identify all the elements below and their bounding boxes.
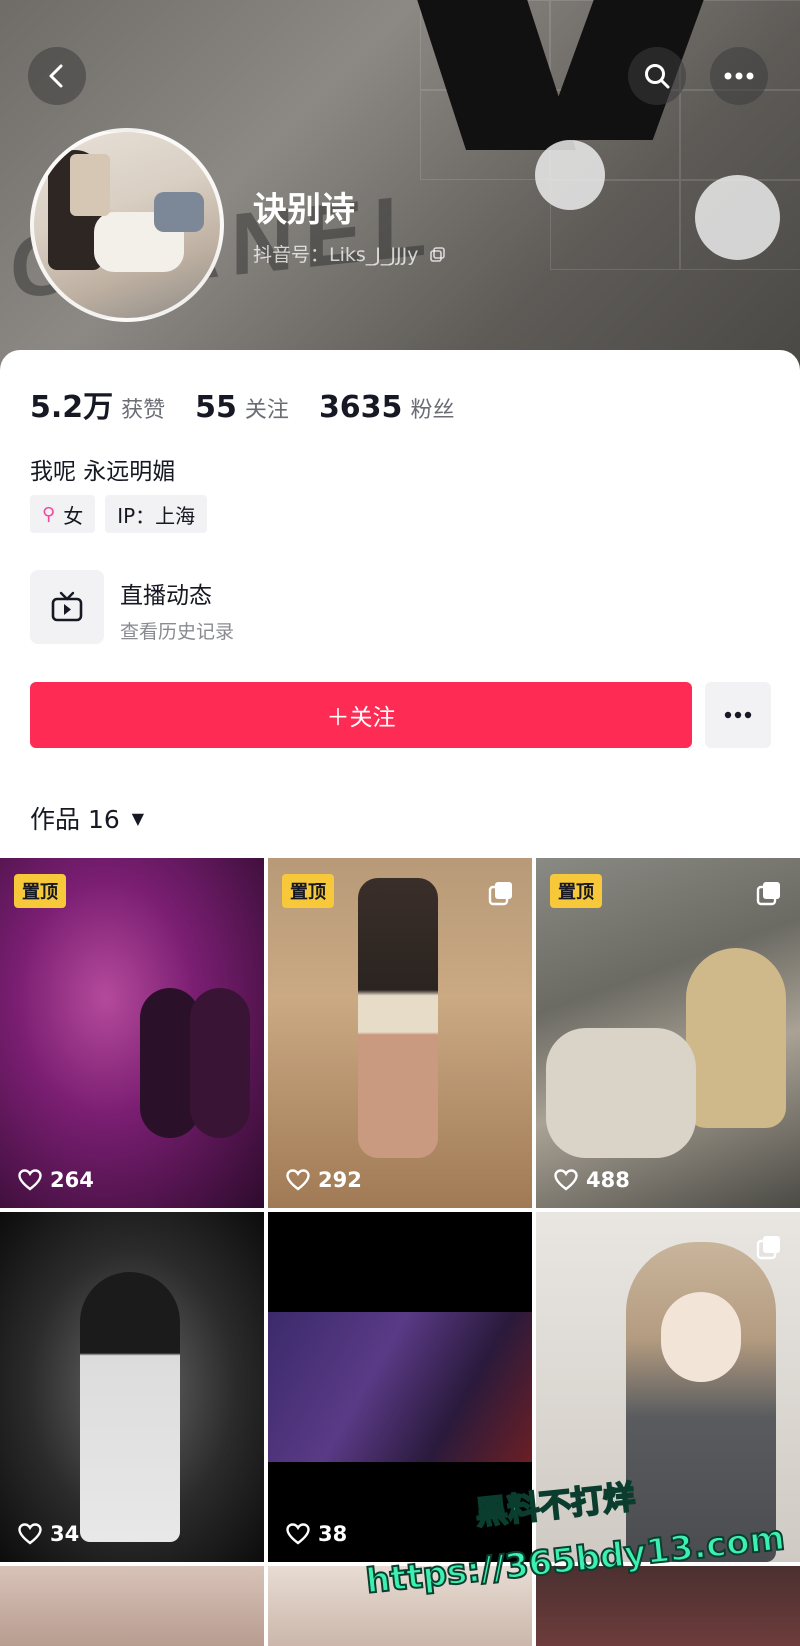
ip-label: IP：上海	[117, 503, 196, 528]
work-thumbnail[interactable]: 34	[0, 1212, 264, 1562]
more-actions-button[interactable]	[705, 682, 771, 748]
douyin-id[interactable]: 抖音号：Liks_J_JJJy	[253, 240, 446, 267]
like-count: 38	[286, 1522, 347, 1546]
tv-icon	[51, 591, 83, 622]
more-options-button[interactable]	[710, 47, 768, 105]
video-frame	[268, 1312, 532, 1462]
gender-tag: ⚲ 女	[30, 495, 96, 533]
figure-silhouette	[358, 878, 438, 1158]
pearl-ornament	[535, 140, 605, 210]
gender-label: 女	[63, 503, 84, 528]
followers-count[interactable]: 3635	[319, 390, 403, 425]
follow-button[interactable]: ＋关注	[30, 682, 692, 748]
pinned-badge: 置顶	[14, 874, 66, 908]
following-label: 关注	[244, 398, 289, 423]
like-count-text: 488	[586, 1168, 630, 1192]
avatar[interactable]	[30, 128, 224, 322]
like-count-text: 292	[318, 1168, 362, 1192]
douyin-id-text: 抖音号：Liks_J_JJJy	[253, 244, 419, 266]
like-count: 292	[286, 1168, 362, 1192]
heart-icon	[286, 1523, 310, 1545]
heart-icon	[286, 1169, 310, 1191]
watermark: 黑料不打烊 https://365bdy13.com	[363, 1477, 788, 1620]
like-count-text: 38	[318, 1522, 348, 1546]
ip-tag: IP：上海	[105, 495, 208, 533]
chevron-left-icon	[49, 64, 63, 88]
more-dots-icon	[724, 711, 752, 719]
face	[661, 1292, 741, 1382]
search-icon	[645, 64, 670, 89]
live-title[interactable]: 直播动态	[120, 576, 212, 610]
like-count-text: 264	[50, 1168, 94, 1192]
copy-icon[interactable]	[430, 247, 446, 263]
works-label: 作品 16	[30, 805, 120, 834]
likes-label: 获赞	[121, 398, 166, 423]
live-history-button[interactable]	[30, 570, 104, 644]
watermark-text: 黑料不打烊	[473, 1477, 638, 1534]
pinned-badge: 置顶	[282, 874, 334, 908]
multi-image-icon	[488, 882, 512, 906]
caret-down-icon: ▼	[131, 808, 145, 828]
more-dots-icon	[724, 72, 754, 80]
multi-image-icon	[756, 882, 780, 906]
like-count-text: 34	[50, 1522, 80, 1546]
search-button[interactable]	[628, 47, 686, 105]
heart-icon	[18, 1169, 42, 1191]
heart-icon	[18, 1523, 42, 1545]
work-thumbnail[interactable]	[0, 1566, 264, 1646]
like-count: 34	[18, 1522, 79, 1546]
stats-row: 5.2万 获赞 55 关注 3635 粉丝	[30, 382, 484, 426]
work-thumbnail[interactable]: 置顶 292	[268, 858, 532, 1208]
heart-icon	[554, 1169, 578, 1191]
following-count[interactable]: 55	[195, 390, 237, 425]
live-subtitle: 查看历史记录	[120, 621, 235, 643]
blanket	[546, 1028, 696, 1158]
figure-silhouette	[190, 988, 250, 1138]
multi-image-icon	[756, 1236, 780, 1260]
female-icon: ⚲	[42, 503, 56, 525]
works-tab[interactable]: 作品 16 ▼	[30, 800, 144, 836]
figure-silhouette	[686, 948, 786, 1128]
work-thumbnail[interactable]: 置顶 264	[0, 858, 264, 1208]
watermark-url: https://365bdy13.com	[363, 1517, 788, 1603]
likes-count[interactable]: 5.2万	[30, 382, 113, 426]
followers-label: 粉丝	[410, 398, 455, 423]
work-thumbnail[interactable]: 置顶 488	[536, 858, 800, 1208]
pearl-ornament	[695, 175, 780, 260]
back-button[interactable]	[28, 47, 86, 105]
profile-tags: ⚲ 女 IP：上海	[30, 495, 208, 533]
pinned-badge: 置顶	[550, 874, 602, 908]
like-count: 488	[554, 1168, 630, 1192]
username: 诀别诗	[253, 190, 355, 230]
figure-silhouette	[80, 1272, 180, 1542]
bio-text: 我呢 永远明媚	[30, 459, 176, 485]
like-count: 264	[18, 1168, 94, 1192]
